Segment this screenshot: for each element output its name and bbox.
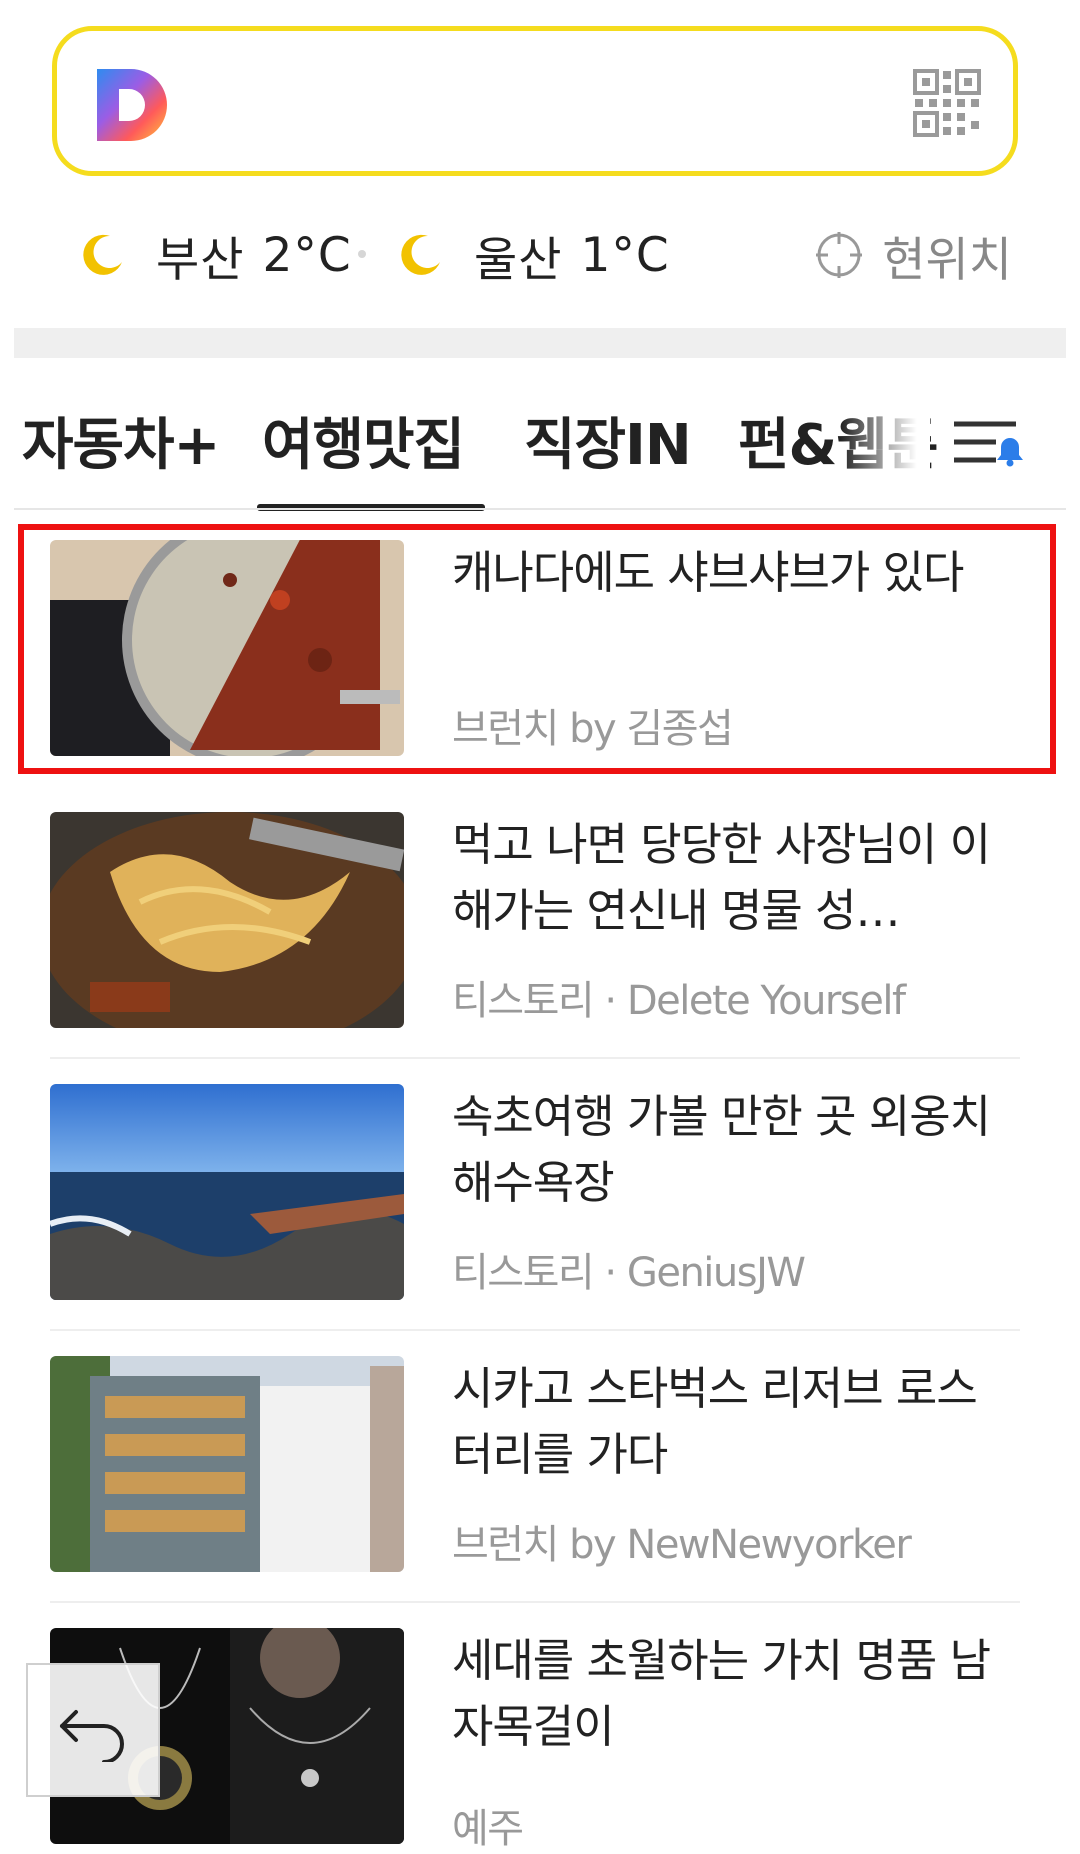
weather-city: 부산: [156, 232, 245, 288]
current-location-button[interactable]: 현위치: [814, 210, 1012, 300]
section-divider: [14, 328, 1066, 358]
location-crosshair-icon: [816, 232, 863, 278]
article-source: 티스토리 · Delete Yourself: [452, 978, 906, 1024]
weather-item-ulsan[interactable]: 울산 1°C: [398, 210, 670, 300]
weather-temp: 1°C: [580, 227, 670, 283]
article-thumbnail-sea: [50, 1084, 404, 1300]
undo-arrow-icon: [60, 1710, 124, 1762]
category-tabs: 자동차+ 여행맛집 직장IN 펀&웹툰: [0, 386, 1080, 511]
article-item[interactable]: 먹고 나면 당당한 사장님이 이해가는 연신내 명물 성… 티스토리 · Del…: [50, 812, 1020, 1038]
article-thumbnail-starbucks: [50, 1356, 404, 1572]
location-label: 현위치: [882, 232, 1012, 288]
selection-highlight: [18, 524, 1056, 774]
back-button[interactable]: [26, 1663, 160, 1797]
list-divider: [50, 1329, 1020, 1331]
weather-bar: 부산 2°C 울산 1°C 현위치: [0, 210, 1080, 300]
moon-icon: [83, 234, 122, 275]
tab-car[interactable]: 자동차+: [22, 400, 220, 481]
moon-icon: [401, 234, 440, 275]
article-title[interactable]: 먹고 나면 당당한 사장님이 이해가는 연신내 명물 성…: [452, 812, 1012, 944]
qr-code-icon[interactable]: [913, 69, 981, 137]
article-source: 티스토리 · GeniusJW: [452, 1250, 806, 1296]
daum-logo-icon: [97, 69, 167, 141]
article-source: 브런치 by NewNewyorker: [452, 1522, 912, 1568]
tabs-bottom-border: [14, 508, 1066, 510]
weather-city: 울산: [474, 232, 563, 288]
article-title[interactable]: 세대를 초월하는 가치 명품 남자목걸이: [452, 1628, 1012, 1760]
article-source: 예주: [452, 1806, 524, 1852]
tab-fade-overlay: [840, 386, 930, 496]
article-title[interactable]: 시카고 스타벅스 리저브 로스터리를 가다: [452, 1356, 1012, 1488]
search-bar[interactable]: [52, 26, 1018, 176]
article-item[interactable]: 시카고 스타벅스 리저브 로스터리를 가다 브런치 by NewNewyorke…: [50, 1356, 1020, 1582]
separator-dot: [358, 250, 366, 258]
article-item[interactable]: 속초여행 가볼 만한 곳 외옹치 해수욕장 티스토리 · GeniusJW: [50, 1084, 1020, 1310]
weather-temp: 2°C: [262, 227, 352, 283]
list-divider: [50, 1601, 1020, 1603]
list-divider: [50, 1057, 1020, 1059]
menu-settings-icon[interactable]: [950, 408, 1030, 478]
weather-item-busan[interactable]: 부산 2°C: [80, 210, 352, 300]
article-item[interactable]: 세대를 초월하는 가치 명품 남자목걸이 예주: [50, 1628, 1020, 1854]
article-thumbnail-noodles: [50, 812, 404, 1028]
tab-travel-food[interactable]: 여행맛집: [262, 400, 465, 481]
article-title[interactable]: 속초여행 가볼 만한 곳 외옹치 해수욕장: [452, 1084, 1012, 1216]
tab-work[interactable]: 직장IN: [524, 400, 692, 481]
